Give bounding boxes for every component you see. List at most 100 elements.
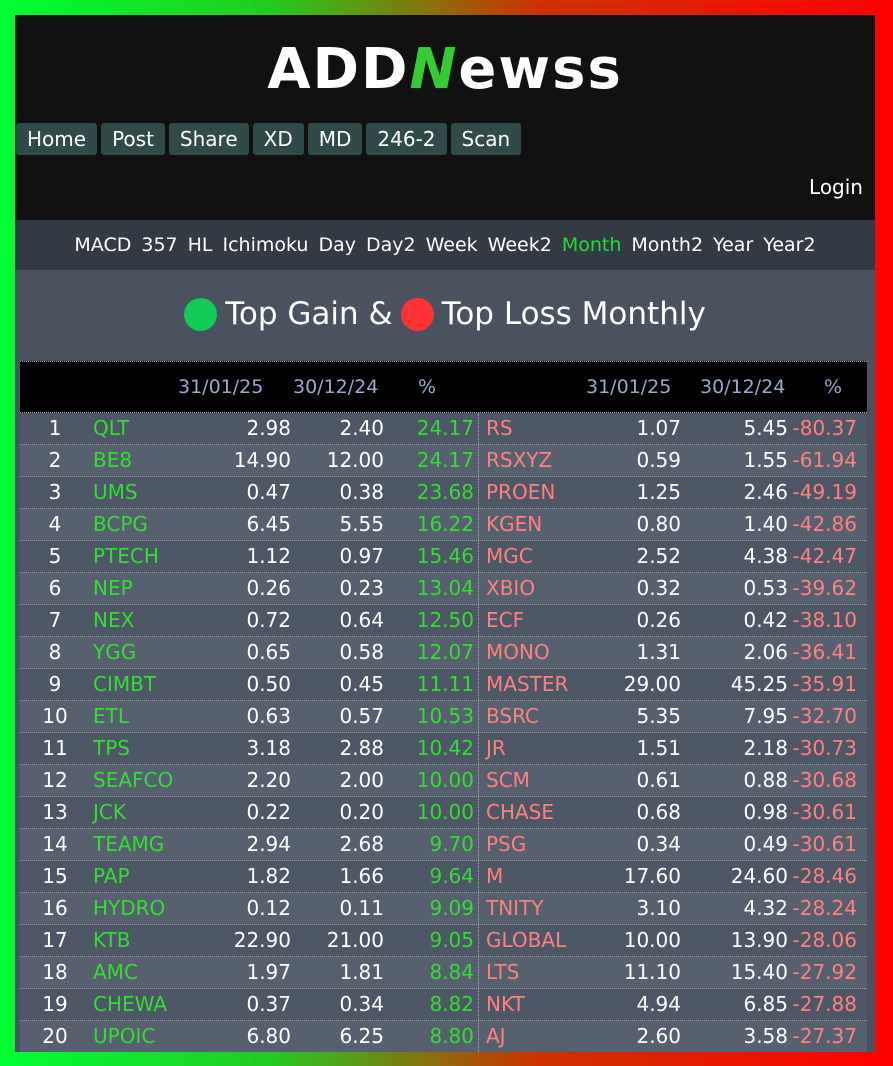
gain-symbol[interactable]: NEX [93,608,134,632]
subnav-item-day[interactable]: Day [318,234,356,256]
header-gain-pct: % [418,376,437,398]
gain-price-1: 0.22 [246,800,291,824]
nav-button-scan[interactable]: Scan [450,123,522,155]
loss-symbol[interactable]: MASTER [486,672,568,696]
loss-symbol[interactable]: BSRC [486,704,539,728]
loss-symbol[interactable]: XBIO [486,576,535,600]
gain-symbol[interactable]: CIMBT [93,672,156,696]
gain-percent: 13.04 [416,576,474,600]
loss-symbol[interactable]: MONO [486,640,550,664]
gain-percent: 15.46 [416,544,474,568]
subnav-item-week[interactable]: Week [426,234,478,256]
loss-symbol[interactable]: TNITY [486,896,544,920]
gain-symbol[interactable]: TEAMG [93,832,164,856]
gain-symbol[interactable]: AMC [93,960,138,984]
loss-price-2: 45.25 [730,672,788,696]
rank-cell: 10 [42,704,68,728]
gain-symbol[interactable]: BE8 [93,448,132,472]
subnav-item-month[interactable]: Month [562,234,622,256]
gain-symbol[interactable]: YGG [93,640,136,664]
loss-symbol[interactable]: PSG [486,832,526,856]
loss-price-1: 0.61 [636,768,681,792]
loss-symbol[interactable]: CHASE [486,800,554,824]
site-logo[interactable]: ADDNewss [15,37,875,102]
loss-percent: -42.86 [792,512,857,536]
gain-price-1: 0.72 [246,608,291,632]
gain-symbol[interactable]: HYDRO [93,896,165,920]
rank-cell: 14 [42,832,68,856]
subnav-item-macd[interactable]: MACD [74,234,131,256]
loss-price-1: 0.32 [636,576,681,600]
loss-symbol[interactable]: SCM [486,768,530,792]
gain-symbol[interactable]: CHEWA [93,992,167,1016]
table-row: 11 TPS 3.18 2.88 10.42 JR 1.51 2.18 -30.73 [20,733,867,765]
loss-price-1: 10.00 [623,928,681,952]
gain-symbol[interactable]: KTB [93,928,131,952]
nav-button-post[interactable]: Post [101,123,165,155]
gain-symbol[interactable]: ETL [93,704,129,728]
subnav-item-week2[interactable]: Week2 [488,234,552,256]
loss-price-2: 2.46 [743,480,788,504]
gain-symbol[interactable]: SEAFCO [93,768,173,792]
loss-price-1: 1.31 [636,640,681,664]
subnav-item-ichimoku[interactable]: Ichimoku [223,234,309,256]
gain-price-2: 0.20 [339,800,384,824]
gain-price-1: 1.97 [246,960,291,984]
nav-button-246-2[interactable]: 246-2 [366,123,447,155]
gain-percent: 10.00 [416,800,474,824]
gain-price-2: 2.40 [339,416,384,440]
loss-percent: -32.70 [792,704,857,728]
column-divider [478,797,479,828]
table-row: 19 CHEWA 0.37 0.34 8.82 NKT 4.94 6.85 -27.88 [20,989,867,1021]
table-row: 17 KTB 22.90 21.00 9.05 GLOBAL 10.00 13.90 -28.0… [20,925,867,957]
loss-symbol[interactable]: PROEN [486,480,555,504]
gain-price-1: 6.45 [246,512,291,536]
gain-price-2: 12.00 [326,448,384,472]
loss-symbol[interactable]: KGEN [486,512,542,536]
gain-symbol[interactable]: JCK [93,800,126,824]
subnav-item-357[interactable]: 357 [141,234,177,256]
nav-button-xd[interactable]: XD [252,123,304,155]
column-divider [478,509,479,540]
loss-price-1: 2.52 [636,544,681,568]
gain-symbol[interactable]: PAP [93,864,130,888]
subnav-item-hl[interactable]: HL [188,234,213,256]
loss-symbol[interactable]: RS [486,416,513,440]
subnav-item-year[interactable]: Year [713,234,753,256]
column-divider [478,1021,479,1052]
rank-cell: 12 [42,768,68,792]
gain-symbol[interactable]: BCPG [93,512,148,536]
loss-symbol[interactable]: LTS [486,960,519,984]
gain-symbol[interactable]: NEP [93,576,133,600]
gain-symbol[interactable]: QLT [93,416,129,440]
table-row: 3 UMS 0.47 0.38 23.68 PROEN 1.25 2.46 -49.19 [20,477,867,509]
nav-button-md[interactable]: MD [307,123,363,155]
loss-symbol[interactable]: RSXYZ [486,448,552,472]
gain-percent: 9.05 [429,928,474,952]
loss-symbol[interactable]: MGC [486,544,533,568]
subnav-item-day2[interactable]: Day2 [366,234,416,256]
nav-button-share[interactable]: Share [168,123,249,155]
nav-button-home[interactable]: Home [16,123,98,155]
gain-symbol[interactable]: PTECH [93,544,159,568]
column-divider [478,733,479,764]
subnav-item-month2[interactable]: Month2 [631,234,703,256]
loss-symbol[interactable]: AJ [486,1024,506,1048]
gain-price-1: 0.26 [246,576,291,600]
loss-percent: -61.94 [792,448,857,472]
table-row: 9 CIMBT 0.50 0.45 11.11 MASTER 29.00 45.25 -35.9… [20,669,867,701]
loss-symbol[interactable]: ECF [486,608,524,632]
loss-symbol[interactable]: JR [486,736,506,760]
loss-symbol[interactable]: GLOBAL [486,928,566,952]
gain-percent: 10.00 [416,768,474,792]
loss-price-1: 3.10 [636,896,681,920]
loss-symbol[interactable]: M [486,864,503,888]
gain-price-1: 0.47 [246,480,291,504]
subnav-item-year2[interactable]: Year2 [763,234,815,256]
gain-symbol[interactable]: UMS [93,480,138,504]
gain-percent: 23.68 [416,480,474,504]
login-link[interactable]: Login [809,175,863,199]
loss-symbol[interactable]: NKT [486,992,525,1016]
gain-symbol[interactable]: TPS [93,736,130,760]
gain-symbol[interactable]: UPOIC [93,1024,155,1048]
